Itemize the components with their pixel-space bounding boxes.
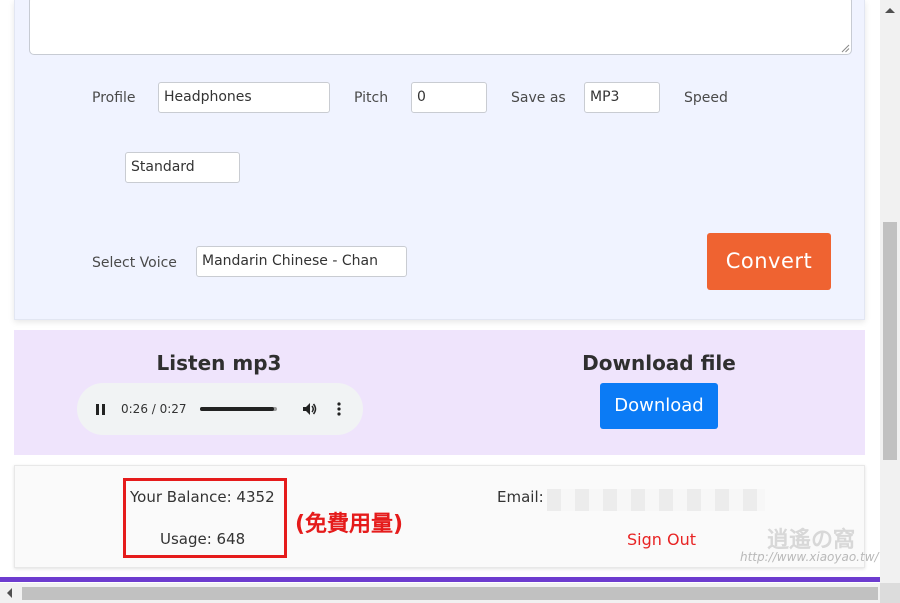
vertical-scrollbar[interactable] (880, 0, 900, 583)
balance-text: Your Balance: 4352 (130, 488, 275, 506)
profile-select[interactable]: Headphones (158, 82, 330, 113)
speed-select[interactable]: Standard (125, 152, 240, 183)
volume-icon[interactable] (301, 401, 317, 417)
free-usage-annotation: (免費用量) (295, 512, 404, 537)
voice-label: Select Voice (92, 255, 177, 271)
watermark-text: http://www.xiaoyao.tw/ (740, 550, 879, 564)
account-panel: Your Balance: 4352 Usage: 648 (免費用量) Ema… (14, 465, 879, 568)
player-time: 0:26 / 0:27 (121, 402, 187, 416)
pitch-label: Pitch (354, 90, 389, 106)
player-progress-track[interactable] (200, 407, 277, 411)
audio-player[interactable]: 0:26 / 0:27 (77, 383, 363, 435)
pause-icon[interactable] (95, 403, 107, 416)
email-redacted (547, 489, 765, 511)
usage-text: Usage: 648 (160, 530, 246, 548)
resize-handle-icon[interactable] (840, 43, 850, 53)
download-button[interactable]: Download (600, 383, 718, 429)
scrollbar-corner (880, 583, 900, 603)
sign-out-link[interactable]: Sign Out (627, 530, 696, 549)
profile-label: Profile (92, 90, 136, 106)
horizontal-scroll-thumb[interactable] (22, 587, 878, 600)
saveas-label: Save as (511, 90, 566, 106)
accent-divider (0, 577, 880, 582)
result-panel: Listen mp3 0:26 / 0:27 Download file Dow… (14, 330, 865, 455)
scroll-up-arrow-icon[interactable] (885, 7, 895, 14)
saveas-select[interactable]: MP3 (584, 82, 660, 113)
more-options-icon[interactable] (336, 401, 342, 417)
scroll-left-arrow-icon[interactable] (6, 588, 13, 598)
email-label: Email: (497, 488, 544, 506)
player-progress-fill (200, 407, 274, 411)
speed-label: Speed (684, 90, 728, 106)
horizontal-scrollbar[interactable] (0, 583, 900, 603)
vertical-scroll-thumb[interactable] (883, 222, 897, 460)
listen-heading: Listen mp3 (156, 351, 282, 375)
voice-select[interactable]: Mandarin Chinese - Chan (196, 246, 407, 277)
download-heading: Download file (582, 351, 736, 375)
pitch-input[interactable]: 0 (411, 82, 487, 113)
convert-button[interactable]: Convert (707, 233, 831, 290)
text-input-area[interactable] (29, 0, 852, 55)
